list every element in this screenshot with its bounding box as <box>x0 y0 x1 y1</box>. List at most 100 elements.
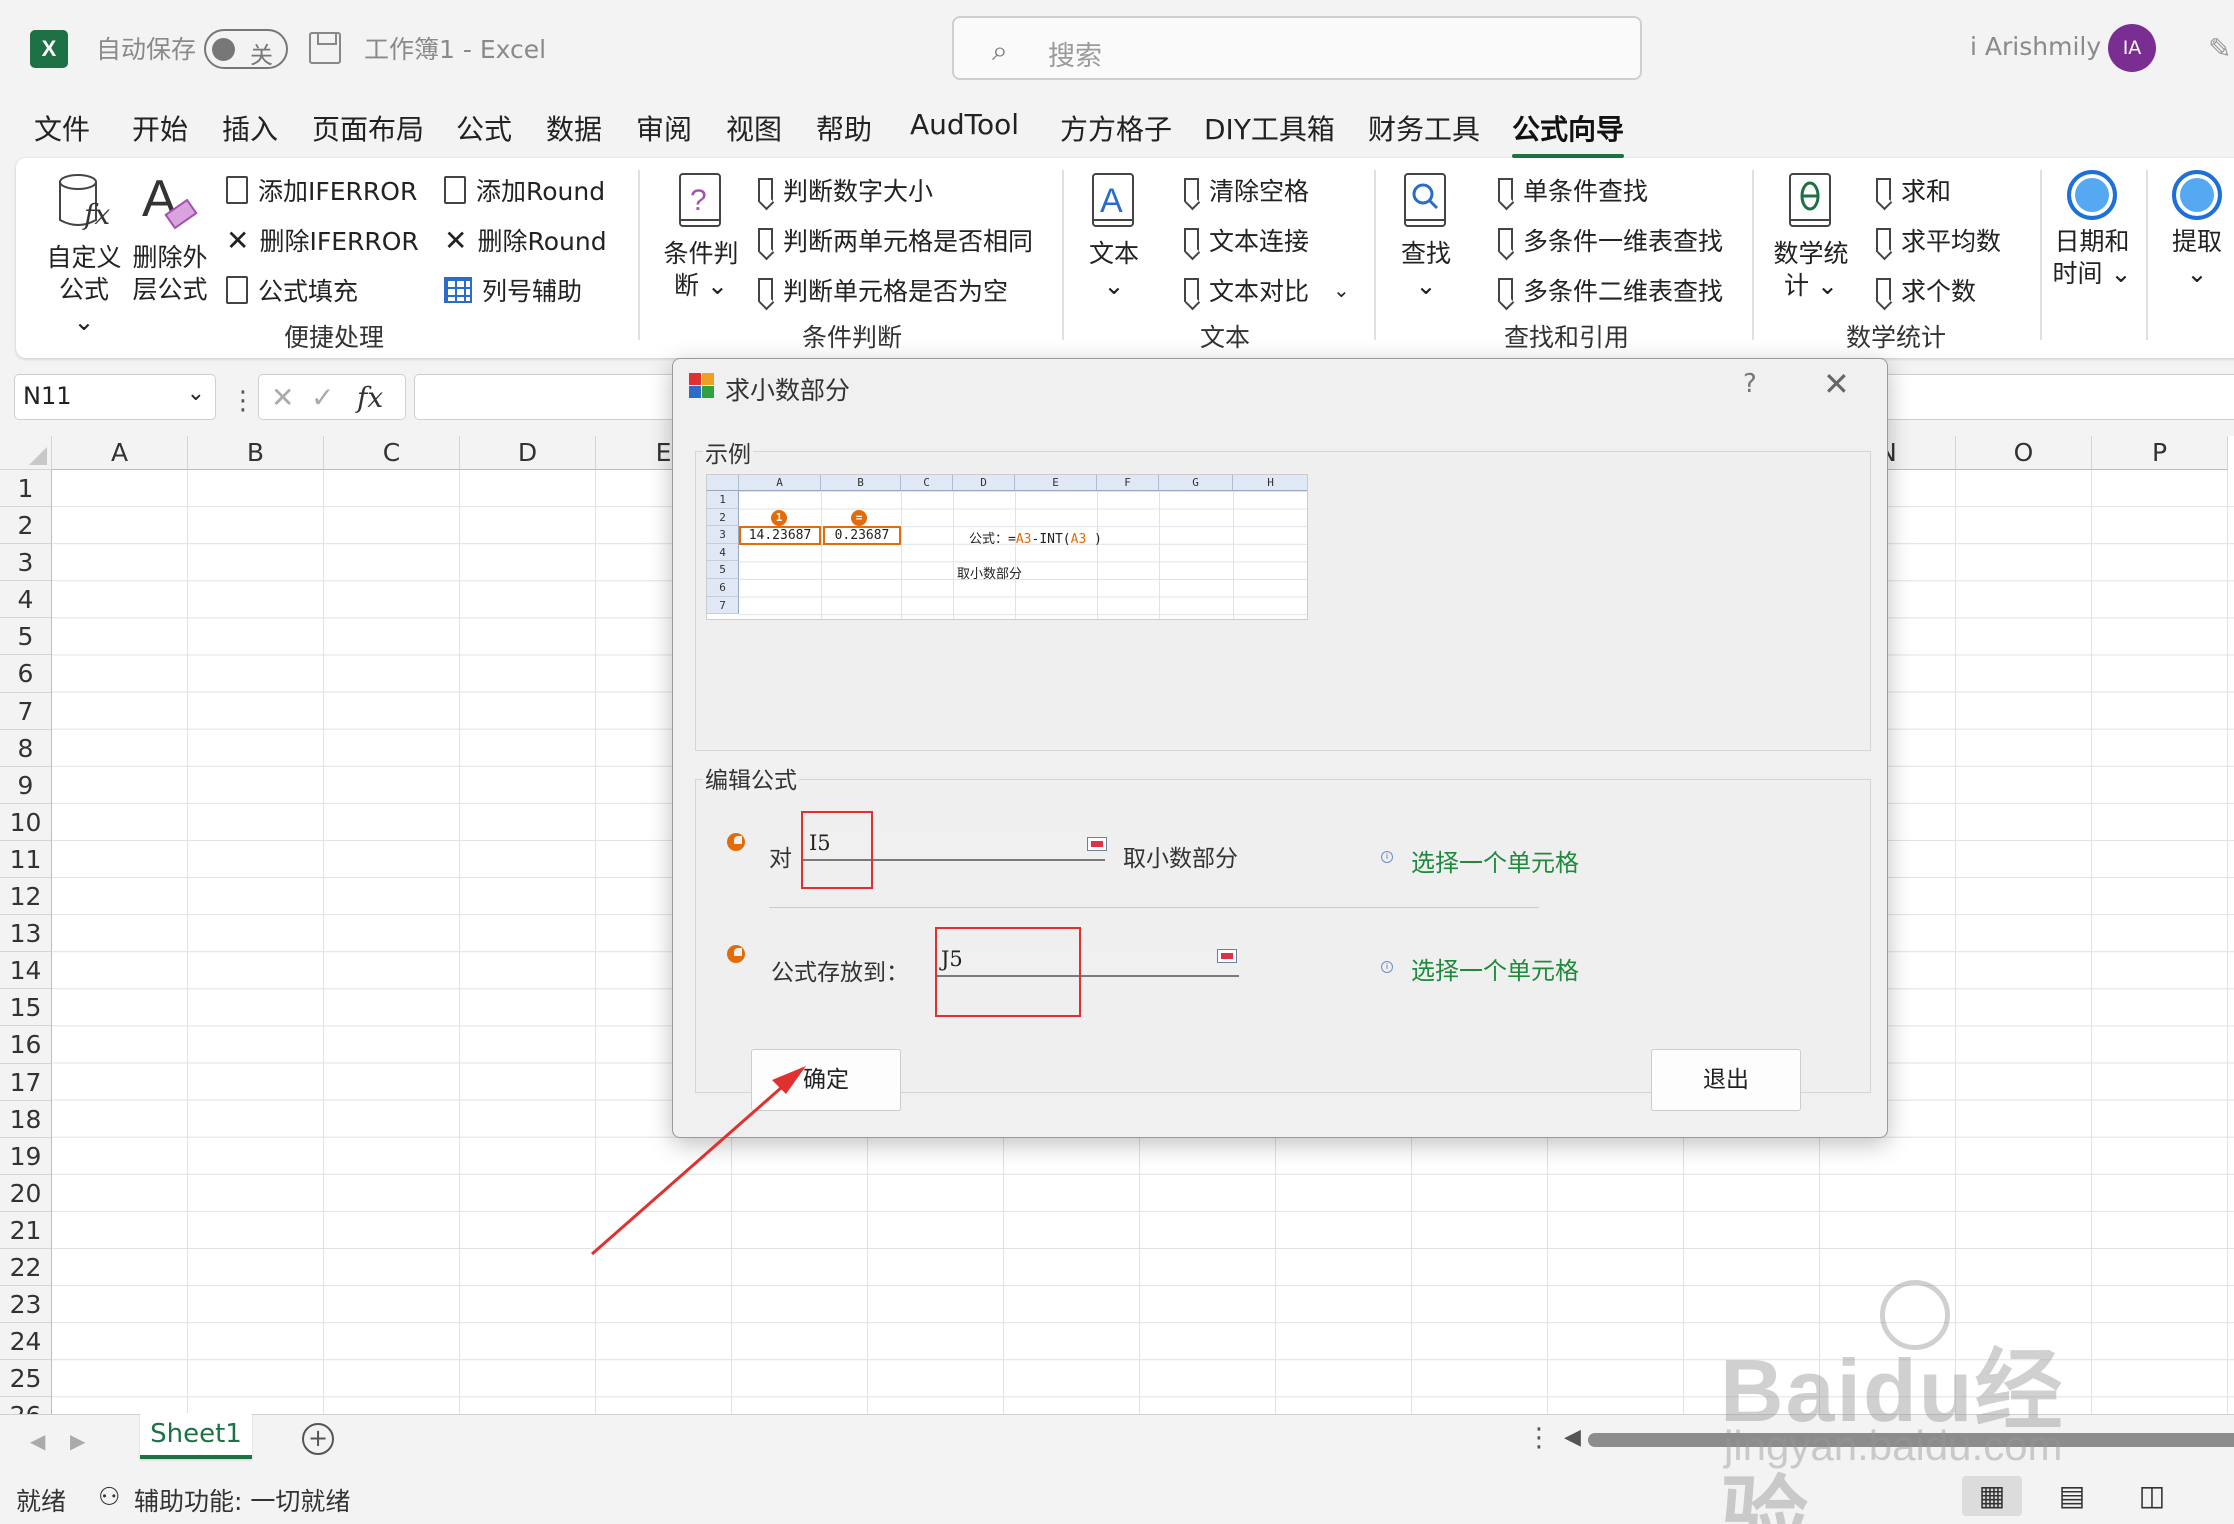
more-dots-icon[interactable]: ⋮ <box>230 386 256 416</box>
row-header[interactable]: 2 <box>0 507 52 545</box>
row-header[interactable]: 24 <box>0 1323 52 1361</box>
column-header[interactable]: B <box>188 436 324 470</box>
row-header[interactable]: 11 <box>0 840 52 879</box>
name-box[interactable]: N11 ⌄ <box>14 374 216 420</box>
avatar[interactable]: IA <box>2108 24 2156 72</box>
select-all-corner[interactable] <box>0 436 52 470</box>
tab-help[interactable]: 帮助 <box>816 108 872 148</box>
save-icon[interactable] <box>309 32 341 64</box>
search-box[interactable]: ⌕ 搜索 <box>952 16 1642 80</box>
tab-page-layout[interactable]: 页面布局 <box>312 108 424 148</box>
judge-two-cells-same-button[interactable]: 判断两单元格是否相同 <box>758 222 1033 258</box>
row-header[interactable]: 17 <box>0 1063 52 1101</box>
row-header[interactable]: 6 <box>0 655 52 693</box>
row-header[interactable]: 26 <box>0 1397 52 1414</box>
confirm-icon[interactable]: ✓ <box>311 381 334 414</box>
tab-view[interactable]: 视图 <box>726 108 782 148</box>
text-compare-button[interactable]: 文本对比 ⌄ <box>1184 272 1350 308</box>
add-sheet-icon[interactable]: + <box>302 1423 334 1455</box>
row-header[interactable]: 13 <box>0 915 52 953</box>
tab-data[interactable]: 数据 <box>546 108 602 148</box>
tab-finance-tools[interactable]: 财务工具 <box>1368 108 1480 148</box>
row-header[interactable]: 21 <box>0 1211 52 1249</box>
condition-judge-button[interactable]: ? 条件判 断 ⌄ <box>656 172 746 302</box>
tab-formulas[interactable]: 公式 <box>456 108 512 148</box>
prev-sheet-icon[interactable]: ◀ <box>30 1429 45 1453</box>
row-header[interactable]: 18 <box>0 1100 52 1138</box>
column-header[interactable]: P <box>2092 436 2228 470</box>
cancel-icon[interactable]: ✕ <box>271 381 294 414</box>
range-select-icon[interactable] <box>1217 949 1237 963</box>
clear-spaces-button[interactable]: 清除空格 <box>1184 172 1309 208</box>
single-condition-lookup-button[interactable]: 单条件查找 <box>1498 172 1648 208</box>
tab-review[interactable]: 审阅 <box>636 108 692 148</box>
remove-round-button[interactable]: ✕ 删除Round <box>444 222 607 258</box>
sheet-tab-sheet1[interactable]: Sheet1 <box>140 1413 252 1459</box>
tab-audtool[interactable]: AudTool <box>910 108 1019 141</box>
sum-button[interactable]: 求和 <box>1876 172 1951 208</box>
remove-outer-formula-button[interactable]: A 删除外 层公式 <box>130 172 210 306</box>
judge-number-size-button[interactable]: 判断数字大小 <box>758 172 933 208</box>
remove-round-label: 删除Round <box>477 227 607 256</box>
more-dots-icon[interactable]: ⋮ <box>1526 1423 1552 1453</box>
chevron-down-icon[interactable]: ⌄ <box>187 381 205 406</box>
fx-icon[interactable]: fx <box>357 381 383 414</box>
row-header[interactable]: 7 <box>0 692 52 730</box>
tab-file[interactable]: 文件 <box>34 108 90 148</box>
user-name[interactable]: i Arishmily <box>1970 32 2101 61</box>
multi-condition-2d-lookup-button[interactable]: 多条件二维表查找 <box>1498 272 1723 308</box>
row-header[interactable]: 15 <box>0 989 52 1027</box>
next-sheet-icon[interactable]: ▶ <box>70 1429 85 1453</box>
multi-condition-1d-lookup-button[interactable]: 多条件一维表查找 <box>1498 222 1723 258</box>
tab-fangfang[interactable]: 方方格子 <box>1060 108 1172 148</box>
range-select-icon[interactable] <box>1087 837 1107 851</box>
row-header[interactable]: 25 <box>0 1360 52 1398</box>
text-button[interactable]: A 文本 ⌄ <box>1076 172 1152 302</box>
extract-button[interactable]: 提取 ⌄ <box>2162 170 2232 290</box>
close-icon[interactable]: ✕ <box>1823 365 1850 403</box>
column-header[interactable]: C <box>324 436 460 470</box>
add-iferror-button[interactable]: 添加IFERROR <box>226 172 417 208</box>
lookup-button[interactable]: 查找 ⌄ <box>1388 172 1464 302</box>
help-icon[interactable]: ? <box>1743 369 1757 399</box>
column-helper-button[interactable]: 列号辅助 <box>444 272 582 308</box>
autosave-toggle[interactable]: 关 <box>204 29 288 69</box>
remove-iferror-button[interactable]: ✕ 删除IFERROR <box>226 222 419 258</box>
row-header[interactable]: 4 <box>0 581 52 619</box>
row-header[interactable]: 16 <box>0 1026 52 1064</box>
exit-button[interactable]: 退出 <box>1651 1049 1801 1111</box>
formula-fill-button[interactable]: 公式填充 <box>226 272 358 308</box>
row-header[interactable]: 12 <box>0 878 52 916</box>
math-stats-button[interactable]: 数学统 计 ⌄ <box>1766 172 1856 302</box>
date-time-button[interactable]: 日期和 时间 ⌄ <box>2052 170 2132 290</box>
text-concat-button[interactable]: 文本连接 <box>1184 222 1309 258</box>
row-header[interactable]: 23 <box>0 1286 52 1324</box>
row-header[interactable]: 20 <box>0 1174 52 1212</box>
tab-diy-toolbox[interactable]: DIY工具箱 <box>1204 108 1335 148</box>
tab-formula-wizard[interactable]: 公式向导 <box>1512 108 1625 158</box>
add-round-button[interactable]: 添加Round <box>444 172 605 208</box>
row-header[interactable]: 10 <box>0 803 52 841</box>
average-button[interactable]: 求平均数 <box>1876 222 2001 258</box>
ok-button[interactable]: 确定 <box>751 1049 901 1111</box>
column-header[interactable]: D <box>460 436 596 470</box>
row-header[interactable]: 22 <box>0 1248 52 1287</box>
row-header[interactable]: 14 <box>0 952 52 990</box>
row-header[interactable]: 9 <box>0 766 52 804</box>
column-header[interactable]: O <box>1956 436 2092 470</box>
column-header[interactable]: A <box>52 436 188 470</box>
tab-insert[interactable]: 插入 <box>222 108 278 148</box>
judge-cell-empty-button[interactable]: 判断单元格是否为空 <box>758 272 1008 308</box>
pen-icon[interactable]: ✎ <box>2208 32 2231 65</box>
custom-formula-button[interactable]: fx 自定义 公式 ⌄ <box>46 172 122 338</box>
count-button[interactable]: 求个数 <box>1876 272 1976 308</box>
row-header[interactable]: 19 <box>0 1137 52 1175</box>
tab-home[interactable]: 开始 <box>132 108 188 148</box>
row-header[interactable]: 8 <box>0 729 52 767</box>
scroll-left-icon[interactable]: ◀ <box>1564 1425 1581 1450</box>
row-header[interactable]: 5 <box>0 618 52 656</box>
row-header[interactable]: 3 <box>0 544 52 582</box>
accessibility-status[interactable]: 辅助功能: 一切就绪 <box>134 1482 350 1518</box>
page-break-view-icon[interactable]: ◫ <box>2122 1476 2182 1516</box>
row-header[interactable]: 1 <box>0 470 52 508</box>
